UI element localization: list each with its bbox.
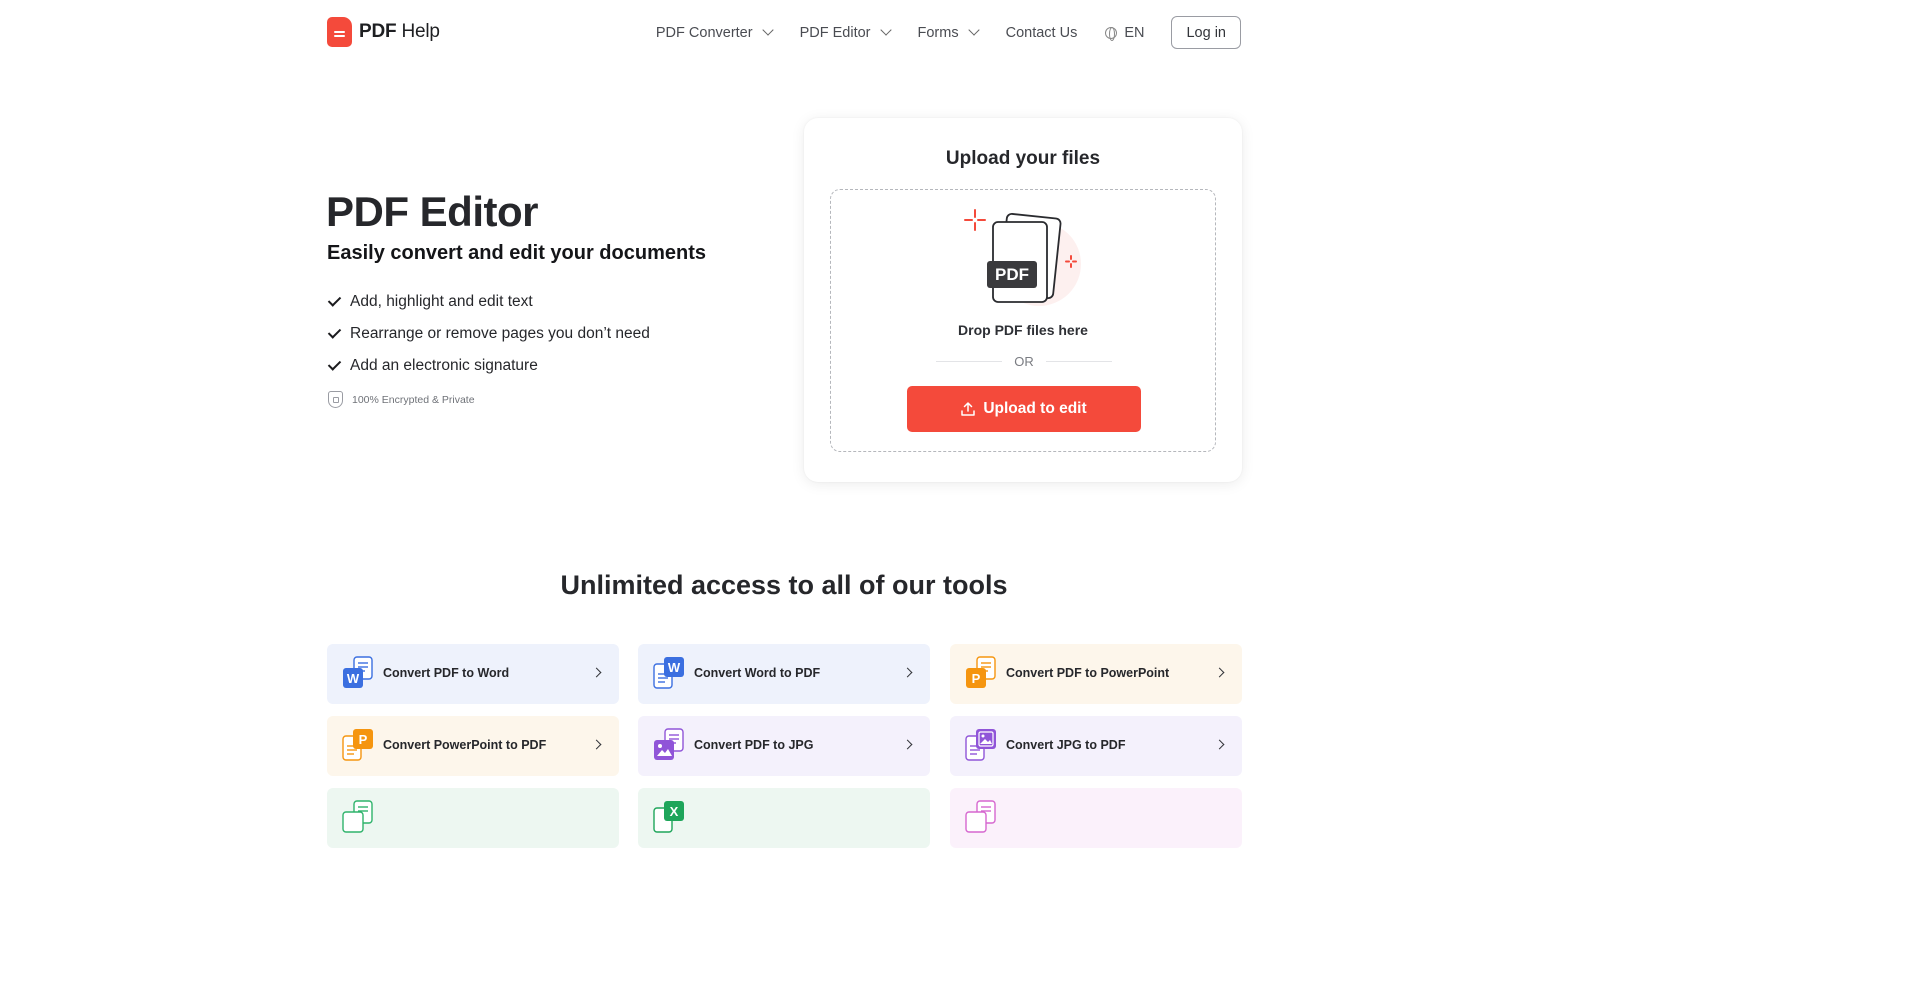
globe-icon bbox=[1105, 26, 1118, 41]
upload-card: Upload your files PDF Drop PDF files her… bbox=[804, 118, 1242, 482]
chevron-right-icon bbox=[1214, 739, 1225, 750]
language-label: EN bbox=[1124, 24, 1145, 41]
image-file-icon bbox=[654, 728, 684, 760]
upload-title: Upload your files bbox=[945, 148, 1101, 169]
tool-word-to-pdf[interactable]: W Convert Word to PDF bbox=[638, 644, 930, 704]
security-note: 100% Encrypted & Private bbox=[328, 391, 475, 408]
pdf-files-illustration-icon: PDF bbox=[964, 209, 1081, 306]
tool-card[interactable]: X bbox=[638, 788, 930, 848]
nav-forms[interactable]: Forms bbox=[917, 24, 980, 41]
chevron-down-icon bbox=[761, 24, 774, 36]
chevron-right-icon bbox=[591, 667, 602, 678]
tools-section-title: Unlimited access to all of our tools bbox=[560, 570, 1008, 600]
chevron-right-icon bbox=[591, 739, 602, 750]
nav-pdf-editor[interactable]: PDF Editor bbox=[799, 24, 892, 41]
nav-label: Forms bbox=[917, 24, 959, 41]
nav-contact-us[interactable]: Contact Us bbox=[1006, 25, 1078, 41]
feature-text: Rearrange or remove pages you don’t need bbox=[350, 325, 650, 342]
language-selector[interactable]: EN bbox=[1105, 25, 1144, 41]
svg-text:P: P bbox=[972, 671, 981, 686]
or-text: OR bbox=[1014, 354, 1034, 369]
word-file-icon: W bbox=[343, 656, 373, 688]
chevron-right-icon bbox=[902, 667, 913, 678]
feature-item: Rearrange or remove pages you don’t need bbox=[327, 318, 650, 350]
svg-text:P: P bbox=[359, 732, 368, 747]
chevron-right-icon bbox=[902, 739, 913, 750]
tool-label: Convert PDF to Word bbox=[383, 666, 510, 680]
tool-label: Convert PDF to PowerPoint bbox=[1006, 666, 1170, 680]
nav-label: Contact Us bbox=[1005, 24, 1078, 41]
shield-lock-icon bbox=[328, 391, 343, 408]
svg-text:X: X bbox=[670, 804, 679, 819]
chevron-down-icon bbox=[967, 24, 980, 36]
pdf-badge-text: PDF bbox=[995, 265, 1029, 284]
powerpoint-file-icon: P bbox=[966, 656, 996, 688]
upload-button[interactable]: Upload to edit bbox=[907, 386, 1141, 432]
word-file-icon: W bbox=[653, 657, 684, 689]
site-header: PDF Help PDF Converter PDF Editor Forms … bbox=[0, 0, 1563, 66]
checkmark-icon bbox=[327, 357, 342, 371]
document-file-icon bbox=[342, 800, 373, 833]
drop-instruction: Drop PDF files here bbox=[958, 322, 1088, 338]
tool-card[interactable] bbox=[327, 788, 619, 848]
site-logo[interactable]: PDF Help bbox=[327, 17, 440, 47]
feature-item: Add an electronic signature bbox=[327, 350, 650, 382]
feature-text: Add, highlight and edit text bbox=[350, 293, 533, 310]
image-file-icon bbox=[965, 729, 996, 761]
file-dropzone[interactable]: PDF Drop PDF files here OR Upload to edi… bbox=[830, 189, 1216, 452]
login-button[interactable]: Log in bbox=[1171, 16, 1241, 49]
feature-item: Add, highlight and edit text bbox=[327, 286, 650, 318]
feature-text: Add an electronic signature bbox=[350, 357, 538, 374]
nav-label: PDF Converter bbox=[655, 24, 753, 41]
security-text: 100% Encrypted & Private bbox=[352, 393, 475, 406]
upload-button-label: Upload to edit bbox=[983, 400, 1087, 417]
pdf-file-logo-icon bbox=[327, 17, 352, 47]
tool-label: Convert Word to PDF bbox=[694, 666, 821, 680]
tool-label: Convert JPG to PDF bbox=[1006, 738, 1126, 752]
logo-text: PDF Help bbox=[359, 21, 440, 42]
tool-powerpoint-to-pdf[interactable]: P Convert PowerPoint to PDF bbox=[327, 716, 619, 776]
nav-label: PDF Editor bbox=[799, 24, 871, 41]
checkmark-icon bbox=[327, 325, 342, 339]
feature-list: Add, highlight and edit text Rearrange o… bbox=[327, 286, 650, 382]
tool-jpg-to-pdf[interactable]: Convert JPG to PDF bbox=[950, 716, 1242, 776]
page-subtitle: Easily convert and edit your documents bbox=[327, 242, 706, 264]
checkmark-icon bbox=[327, 293, 342, 307]
main-nav: PDF Converter PDF Editor Forms Contact U… bbox=[628, 16, 1241, 49]
upload-icon bbox=[961, 402, 976, 416]
svg-text:W: W bbox=[668, 660, 681, 675]
nav-pdf-converter[interactable]: PDF Converter bbox=[655, 24, 774, 41]
tool-pdf-to-word[interactable]: W Convert PDF to Word bbox=[327, 644, 619, 704]
or-divider: OR bbox=[936, 354, 1112, 369]
page-title: PDF Editor bbox=[326, 188, 539, 235]
tool-label: Convert PDF to JPG bbox=[694, 738, 814, 752]
tool-pdf-to-jpg[interactable]: Convert PDF to JPG bbox=[638, 716, 930, 776]
excel-file-icon: X bbox=[653, 801, 684, 833]
document-file-icon bbox=[965, 800, 996, 833]
svg-text:W: W bbox=[347, 671, 360, 686]
chevron-down-icon bbox=[879, 24, 892, 36]
tool-label: Convert PowerPoint to PDF bbox=[383, 738, 547, 752]
tool-card[interactable] bbox=[950, 788, 1242, 848]
powerpoint-file-icon: P bbox=[342, 729, 373, 761]
chevron-right-icon bbox=[1214, 667, 1225, 678]
tool-pdf-to-powerpoint[interactable]: P Convert PDF to PowerPoint bbox=[950, 644, 1242, 704]
